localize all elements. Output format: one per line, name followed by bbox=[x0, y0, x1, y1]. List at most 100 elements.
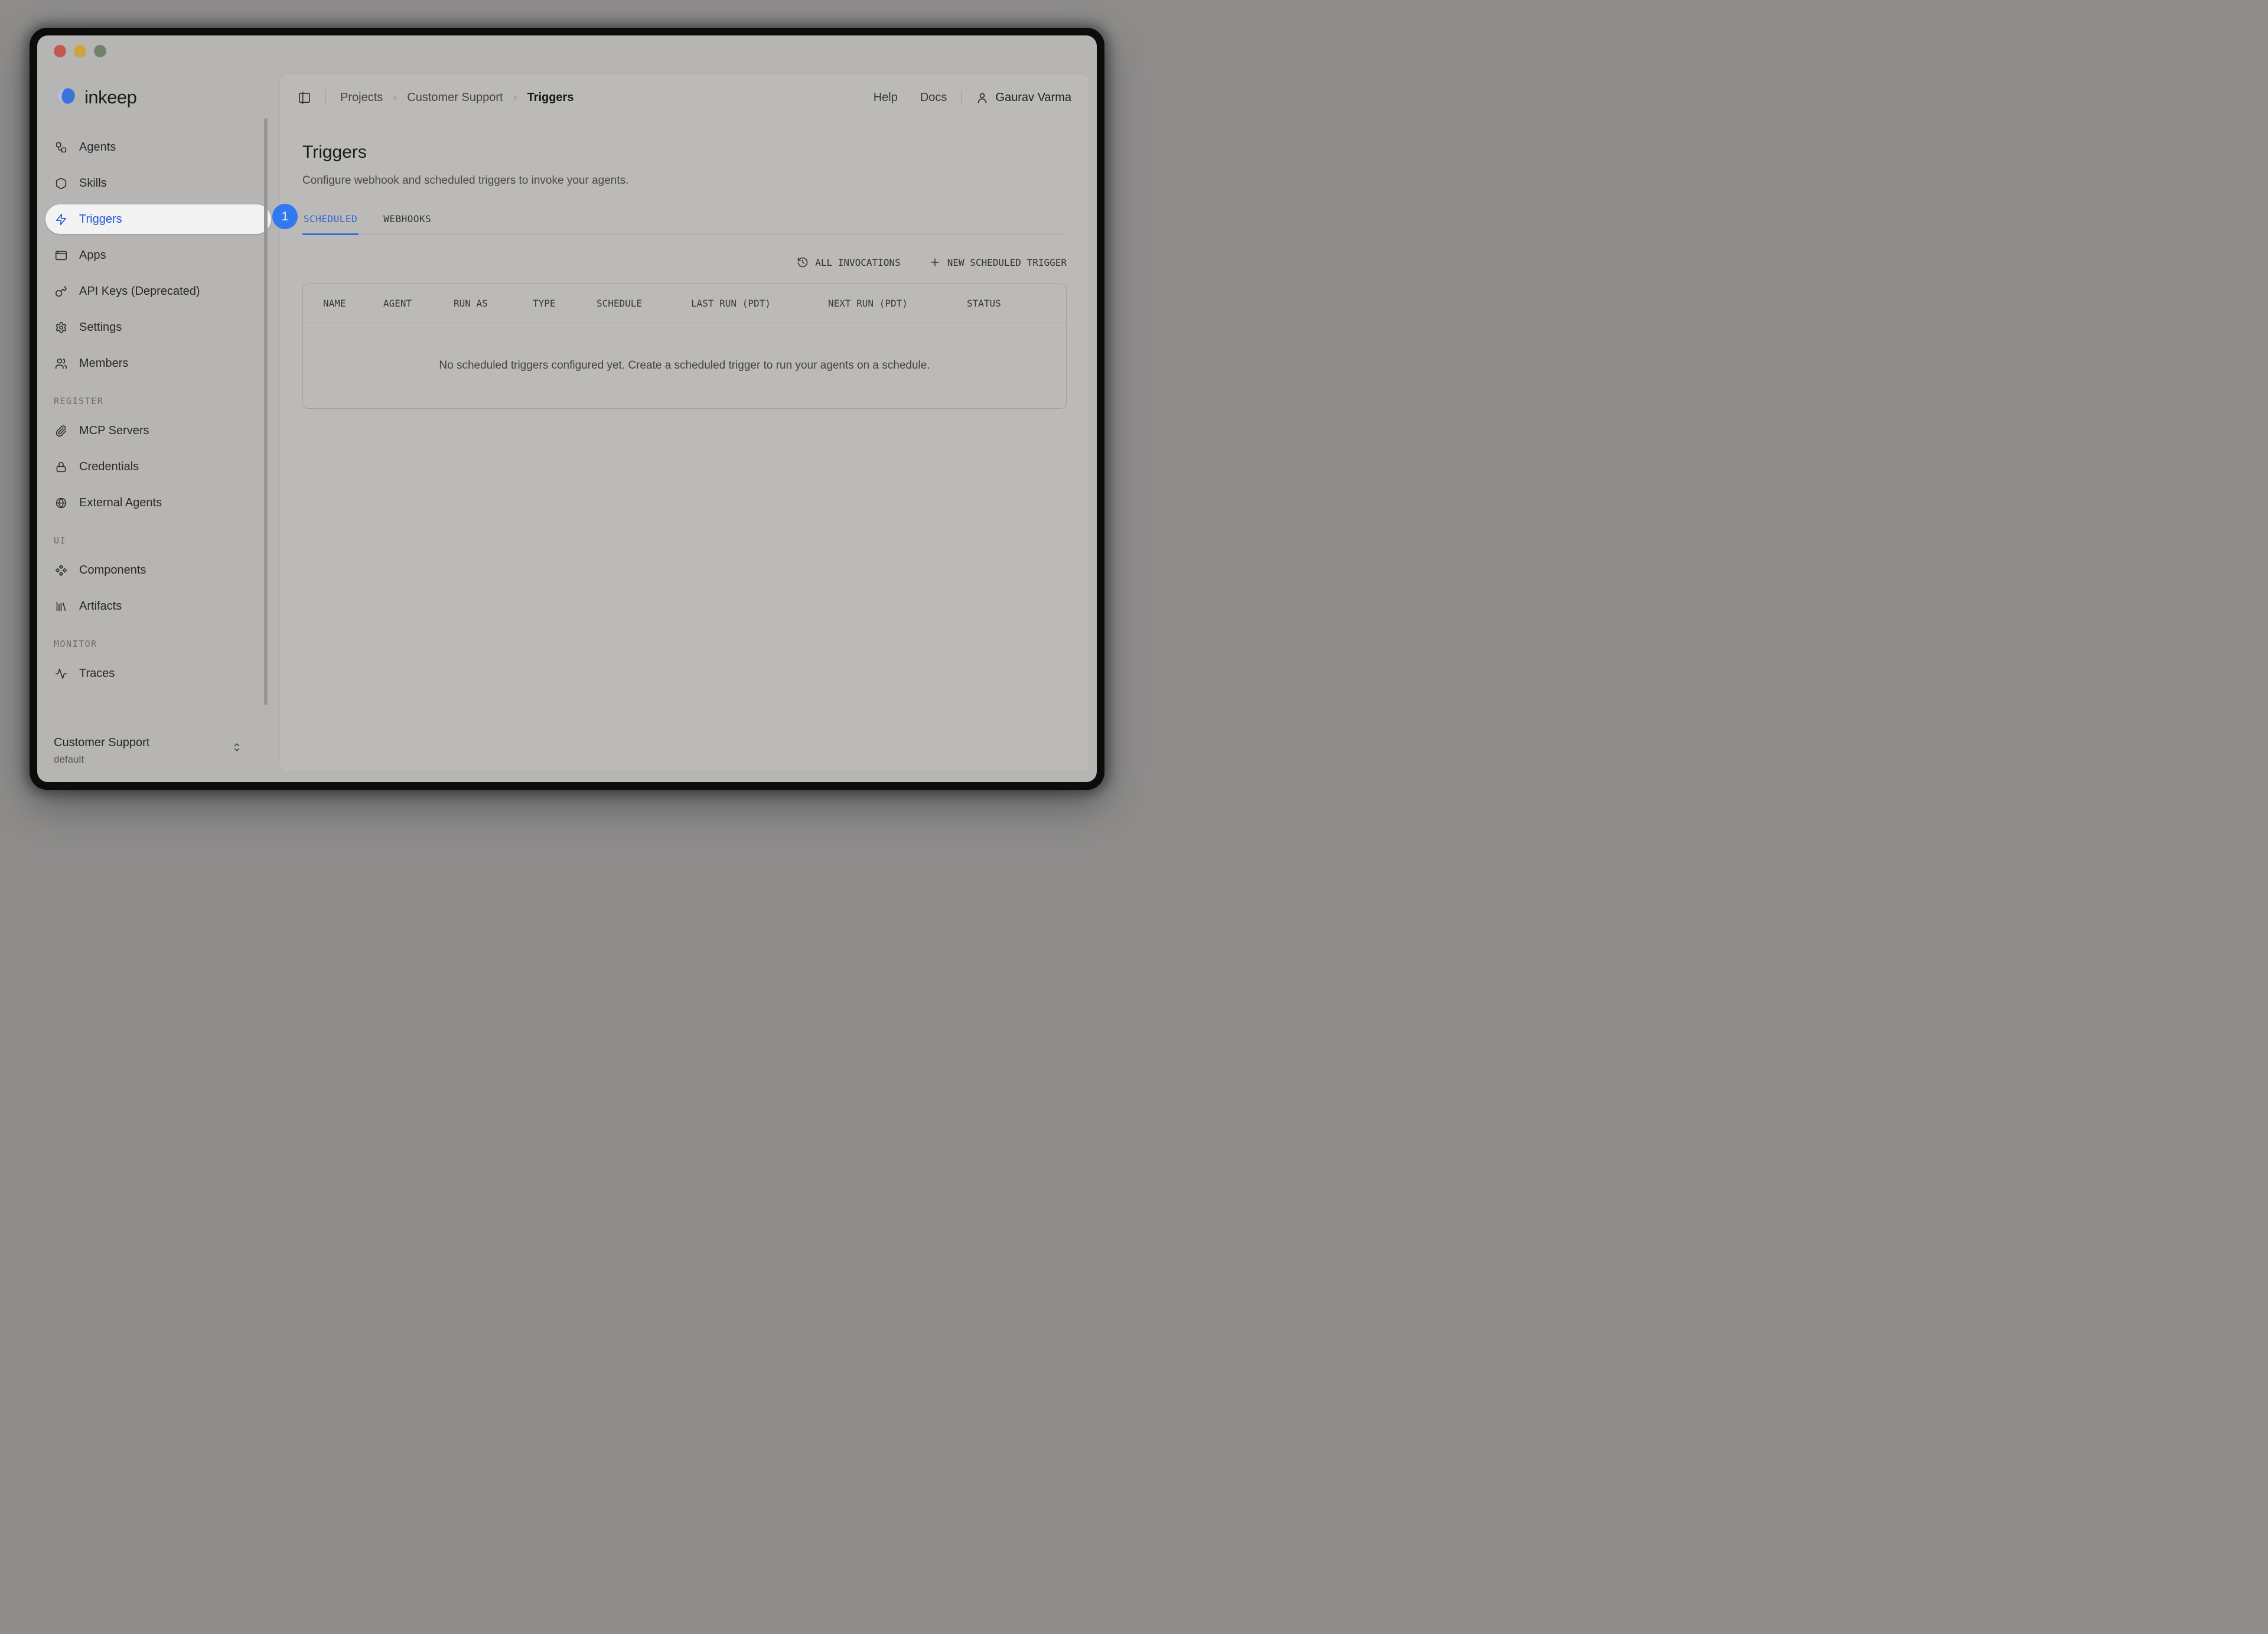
sidebar-item-apps[interactable]: Apps bbox=[45, 240, 271, 270]
page-title: Triggers bbox=[302, 142, 1067, 162]
tab-webhooks[interactable]: WEBHOOKS bbox=[382, 213, 432, 235]
breadcrumb: Projects Customer Support Triggers bbox=[340, 91, 573, 105]
all-invocations-button[interactable]: ALL INVOCATIONS bbox=[797, 256, 901, 268]
workflow-icon bbox=[55, 141, 67, 154]
column-header-status: STATUS bbox=[967, 298, 1066, 309]
table-header-row: NAME AGENT RUN AS TYPE SCHEDULE LAST RUN… bbox=[303, 284, 1066, 323]
breadcrumb-projects[interactable]: Projects bbox=[340, 91, 383, 105]
user-icon bbox=[976, 92, 989, 105]
column-header-type: TYPE bbox=[533, 298, 597, 309]
breadcrumb-triggers: Triggers bbox=[527, 91, 574, 105]
sidebar-item-api-keys[interactable]: API Keys (Deprecated) bbox=[45, 276, 271, 306]
new-scheduled-trigger-button[interactable]: NEW SCHEDULED TRIGGER bbox=[929, 256, 1067, 268]
window-body: inkeep Agents Skills Triggers bbox=[37, 35, 1097, 782]
breadcrumb-customer-support[interactable]: Customer Support bbox=[407, 91, 503, 105]
minimize-window-button[interactable] bbox=[74, 45, 86, 57]
sidebar-item-skills[interactable]: Skills bbox=[45, 168, 271, 198]
zoom-window-button[interactable] bbox=[94, 45, 106, 57]
sidebar-item-traces[interactable]: Traces bbox=[45, 659, 271, 688]
all-invocations-label: ALL INVOCATIONS bbox=[815, 257, 901, 268]
sidebar-item-agents[interactable]: Agents bbox=[45, 132, 271, 162]
topbar-divider bbox=[961, 90, 962, 106]
key-icon bbox=[55, 285, 67, 298]
sidebar-item-label: Skills bbox=[79, 177, 107, 190]
library-icon bbox=[55, 600, 67, 613]
globe-icon bbox=[55, 497, 67, 509]
component-icon bbox=[55, 564, 67, 577]
lock-icon bbox=[55, 461, 67, 473]
sidebar-item-mcp-servers[interactable]: MCP Servers bbox=[45, 416, 271, 445]
sidebar-item-label: Agents bbox=[79, 141, 116, 154]
annotation-step-badge: 1 bbox=[272, 204, 298, 229]
main-panel: Projects Customer Support Triggers Help … bbox=[279, 73, 1090, 772]
sidebar-item-label: Settings bbox=[79, 321, 122, 334]
new-scheduled-trigger-label: NEW SCHEDULED TRIGGER bbox=[947, 257, 1067, 268]
chevron-right-icon bbox=[390, 93, 399, 102]
user-menu[interactable]: Gaurav Varma bbox=[976, 91, 1071, 105]
topbar: Projects Customer Support Triggers Help … bbox=[280, 74, 1089, 122]
sidebar-item-label: Apps bbox=[79, 249, 106, 262]
titlebar bbox=[37, 35, 1097, 67]
sidebar-item-components[interactable]: Components bbox=[45, 555, 271, 585]
project-switcher[interactable]: Customer Support default bbox=[45, 736, 271, 766]
tab-bar: SCHEDULED WEBHOOKS bbox=[302, 213, 1067, 235]
column-header-schedule: SCHEDULE bbox=[597, 298, 691, 309]
sidebar-item-label: MCP Servers bbox=[79, 424, 149, 438]
sidebar-section-ui: UI bbox=[54, 535, 271, 546]
chevrons-up-down-icon bbox=[231, 740, 243, 755]
app-window: inkeep Agents Skills Triggers bbox=[30, 28, 1104, 790]
inkeep-logo: inkeep bbox=[53, 85, 271, 110]
sidebar-item-label: Triggers bbox=[79, 213, 122, 226]
column-header-next-run: NEXT RUN (PDT) bbox=[828, 298, 967, 309]
app-frame: inkeep Agents Skills Triggers bbox=[37, 67, 1097, 782]
brand-wordmark: inkeep bbox=[84, 87, 136, 108]
sidebar-item-settings[interactable]: Settings bbox=[45, 313, 271, 342]
sidebar-item-label: Credentials bbox=[79, 460, 139, 474]
sidebar-item-label: External Agents bbox=[79, 496, 162, 510]
chevron-right-icon bbox=[511, 93, 520, 102]
user-name: Gaurav Varma bbox=[995, 91, 1071, 105]
column-header-agent: AGENT bbox=[383, 298, 454, 309]
sidebar-item-label: Traces bbox=[79, 667, 115, 681]
sidebar-item-artifacts[interactable]: Artifacts bbox=[45, 591, 271, 621]
column-header-run-as: RUN AS bbox=[454, 298, 533, 309]
gear-icon bbox=[55, 321, 67, 334]
plus-icon bbox=[929, 256, 941, 268]
empty-state-message: No scheduled triggers configured yet. Cr… bbox=[439, 359, 930, 372]
sidebar-item-credentials[interactable]: Credentials bbox=[45, 452, 271, 481]
sidebar-nav: Agents Skills Triggers Apps bbox=[45, 132, 271, 695]
sidebar-item-label: Members bbox=[79, 357, 128, 370]
app-window-icon bbox=[55, 249, 67, 262]
history-icon bbox=[797, 256, 809, 268]
sidebar-item-members[interactable]: Members bbox=[45, 349, 271, 378]
project-environment: default bbox=[54, 754, 271, 766]
paperclip-icon bbox=[55, 425, 67, 437]
page-description: Configure webhook and scheduled triggers… bbox=[302, 174, 1067, 187]
close-window-button[interactable] bbox=[54, 45, 66, 57]
column-header-name: NAME bbox=[323, 298, 383, 309]
sidebar-item-label: Artifacts bbox=[79, 600, 122, 613]
tab-scheduled[interactable]: SCHEDULED bbox=[302, 213, 359, 235]
inkeep-logo-icon bbox=[53, 85, 80, 110]
sidebar-item-label: API Keys (Deprecated) bbox=[79, 285, 200, 298]
sidebar-scrollbar[interactable] bbox=[264, 118, 268, 705]
sidebar-section-monitor: MONITOR bbox=[54, 639, 271, 649]
sidebar-item-triggers[interactable]: Triggers bbox=[45, 204, 271, 234]
hexagon-icon bbox=[55, 177, 67, 190]
column-header-last-run: LAST RUN (PDT) bbox=[691, 298, 828, 309]
sidebar-item-label: Components bbox=[79, 564, 146, 577]
sidebar: inkeep Agents Skills Triggers bbox=[37, 67, 279, 782]
page-content: Triggers Configure webhook and scheduled… bbox=[280, 122, 1089, 772]
topbar-divider bbox=[325, 90, 326, 106]
help-link[interactable]: Help bbox=[874, 91, 898, 105]
triggers-table: NAME AGENT RUN AS TYPE SCHEDULE LAST RUN… bbox=[302, 284, 1067, 409]
activity-icon bbox=[55, 668, 67, 680]
table-empty-state: No scheduled triggers configured yet. Cr… bbox=[303, 323, 1066, 408]
actions-row: ALL INVOCATIONS NEW SCHEDULED TRIGGER bbox=[302, 256, 1067, 268]
sidebar-item-external-agents[interactable]: External Agents bbox=[45, 488, 271, 517]
panel-left-icon[interactable] bbox=[298, 91, 311, 105]
sidebar-section-register: REGISTER bbox=[54, 396, 271, 406]
docs-link[interactable]: Docs bbox=[920, 91, 947, 105]
zap-icon bbox=[55, 213, 67, 226]
users-icon bbox=[55, 357, 67, 370]
